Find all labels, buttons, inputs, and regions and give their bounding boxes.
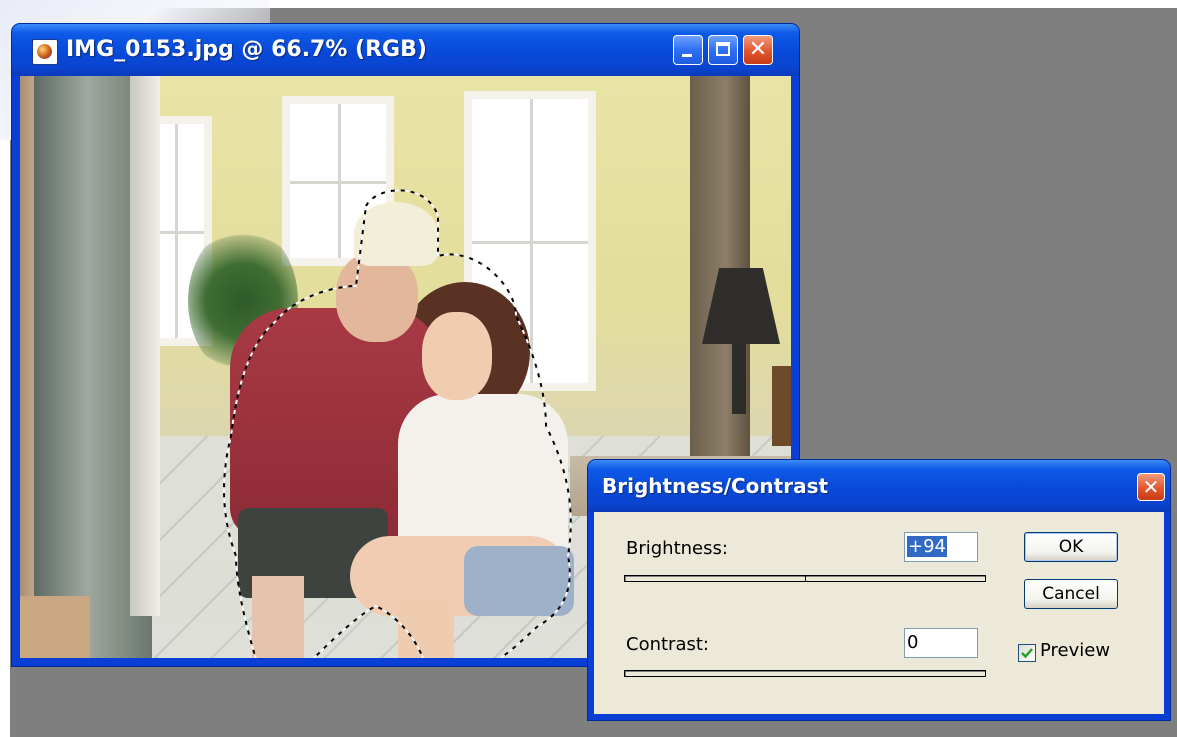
photo-box: [20, 596, 90, 658]
brightness-label: Brightness:: [626, 538, 728, 559]
ok-button[interactable]: OK: [1024, 532, 1118, 562]
contrast-field[interactable]: 0: [904, 628, 978, 658]
contrast-slider-track[interactable]: [624, 670, 986, 677]
brightness-slider-track[interactable]: [624, 575, 986, 582]
checkmark-icon: [1021, 648, 1033, 659]
brightness-field[interactable]: +94: [904, 532, 978, 562]
photo-lamp-base: [732, 344, 746, 414]
minimize-icon: [682, 54, 692, 57]
photo-picture-frame: [772, 366, 791, 446]
close-button[interactable]: ✕: [743, 35, 773, 65]
photo-woman-shin: [398, 596, 454, 658]
minimize-button[interactable]: [673, 35, 703, 65]
brightness-value: +94: [907, 536, 947, 557]
cancel-button[interactable]: Cancel: [1024, 579, 1118, 609]
photoshop-document-icon: [32, 39, 58, 65]
maximize-button[interactable]: [708, 35, 738, 65]
brightness-center-tick: [805, 576, 806, 581]
close-icon: ✕: [1142, 475, 1160, 499]
close-icon: ✕: [748, 37, 768, 62]
document-titlebar[interactable]: IMG_0153.jpg @ 66.7% (RGB) ✕: [12, 24, 799, 76]
dialog-body: Brightness: +94 Contrast: 0 OK Cancel Pr…: [594, 512, 1164, 714]
photo-cap: [354, 202, 438, 266]
dialog-title: Brightness/Contrast: [602, 474, 829, 498]
photo-woman-shorts: [464, 546, 574, 616]
photo-woman-face: [422, 312, 492, 400]
photo-door-edge: [130, 76, 160, 616]
document-title: IMG_0153.jpg @ 66.7% (RGB): [66, 37, 427, 62]
preview-label: Preview: [1040, 640, 1111, 661]
dialog-close-button[interactable]: ✕: [1137, 473, 1165, 501]
brightness-contrast-dialog[interactable]: Brightness/Contrast ✕ Brightness: +94 Co…: [588, 460, 1170, 720]
dialog-titlebar[interactable]: Brightness/Contrast ✕: [588, 460, 1170, 512]
contrast-label: Contrast:: [626, 634, 709, 655]
maximize-icon: [716, 42, 730, 56]
photo-man-leg: [252, 576, 304, 658]
preview-checkbox[interactable]: [1018, 644, 1036, 662]
